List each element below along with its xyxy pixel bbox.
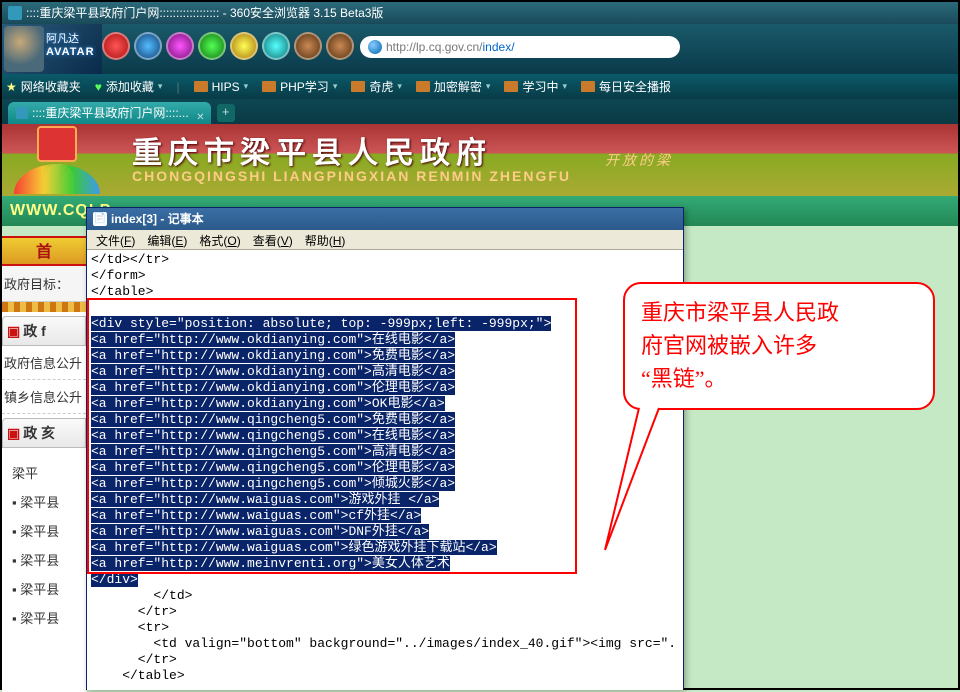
gov-title: 重庆市梁平县人民政府: [132, 128, 492, 172]
callout-line: “黑链”。: [641, 362, 917, 395]
net-favorites[interactable]: ★网络收藏夹: [6, 78, 81, 95]
toolbar-icons: [102, 32, 354, 60]
tree-item[interactable]: ▪ 梁平县: [12, 603, 82, 632]
tab-bar: ::::重庆梁平县政府门户网::::... ✕ +: [2, 99, 958, 124]
bk-php[interactable]: PHP学习▾: [262, 78, 337, 95]
gov-emblem: [14, 126, 100, 194]
bk-study[interactable]: 学习中▾: [504, 78, 567, 95]
section-govaction[interactable]: ▣政 亥: [2, 418, 86, 448]
info-item-2[interactable]: 镇乡信息公升: [2, 380, 86, 414]
star-icon: ★: [6, 80, 17, 94]
favicon-icon: [8, 6, 22, 20]
menu-file[interactable]: 文件(F): [91, 230, 140, 249]
url-path: index/: [483, 40, 515, 54]
browser-title-bar: ::::重庆梁平县政府门户网:::::::::::::::::: - 360安全…: [2, 2, 958, 24]
folder-icon: [416, 81, 430, 92]
menu-format[interactable]: 格式(O): [194, 230, 245, 249]
left-sidebar: 首 政府目标： ▣政 f 政府信息公升 镇乡信息公升 ▣政 亥 梁平 ▪ 梁平县…: [2, 236, 86, 692]
gov-banner: 重庆市梁平县人民政府 CHONGQINGSHI LIANGPINGXIAN RE…: [2, 124, 958, 196]
tree-item[interactable]: ▪ 梁平县: [12, 487, 82, 516]
gov-pinyin: CHONGQINGSHI LIANGPINGXIAN RENMIN ZHENGF…: [132, 168, 571, 184]
gov-slogan: 开放的梁: [605, 150, 673, 170]
folder-icon: [351, 81, 365, 92]
folder-icon: [194, 81, 208, 92]
address-bar[interactable]: http://lp.cq.gov.cn/index/: [360, 36, 680, 58]
stripe-divider: [2, 302, 86, 312]
bk-daily[interactable]: 每日安全播报: [581, 78, 671, 95]
notepad-menu: 文件(F) 编辑(E) 格式(O) 查看(V) 帮助(H): [87, 230, 683, 250]
bookmark-bar: ★网络收藏夹 ♥添加收藏▾ | HIPS▾ PHP学习▾ 奇虎▾ 加密解密▾ 学…: [2, 74, 958, 99]
tab-title: ::::重庆梁平县政府门户网::::...: [32, 102, 189, 124]
tab-favicon-icon: [16, 107, 28, 119]
tree-item[interactable]: ▪ 梁平县: [12, 574, 82, 603]
callout-box: 重庆市梁平县人民政 府官网被嵌入许多 “黑链”。: [623, 282, 935, 410]
avatar-banner: 阿凡达 AVATAR: [2, 24, 102, 74]
folder-icon: [581, 81, 595, 92]
tree-item[interactable]: ▪ 梁平县: [12, 545, 82, 574]
tree-root[interactable]: 梁平: [12, 458, 82, 487]
callout-line: 府官网被嵌入许多: [641, 329, 917, 362]
url-host: http://lp.cq.gov.cn/: [386, 40, 483, 54]
avatar-face-icon: [4, 26, 44, 72]
notepad-window: 📄 index[3] - 记事本 文件(F) 编辑(E) 格式(O) 查看(V)…: [86, 207, 684, 689]
tree-view: 梁平 ▪ 梁平县 ▪ 梁平县 ▪ 梁平县 ▪ 梁平县 ▪ 梁平县: [2, 448, 86, 632]
nav-favorite-icon[interactable]: [230, 32, 258, 60]
notepad-title: index[3] - 记事本: [111, 208, 204, 230]
nav-forward-icon[interactable]: [134, 32, 162, 60]
globe-icon: [368, 40, 382, 54]
doc-icon: ▣: [7, 323, 20, 339]
window-title: ::::重庆梁平县政府门户网:::::::::::::::::: - 360安全…: [26, 2, 383, 24]
heart-add-icon: ♥: [95, 80, 102, 94]
info-item-1[interactable]: 政府信息公升: [2, 346, 86, 380]
nav-refresh-icon[interactable]: [166, 32, 194, 60]
nav-history-icon[interactable]: [262, 32, 290, 60]
avatar-brand: 阿凡达 AVATAR: [46, 30, 95, 58]
folder-icon: [262, 81, 276, 92]
add-favorite[interactable]: ♥添加收藏▾: [95, 78, 163, 95]
tree-item[interactable]: ▪ 梁平县: [12, 516, 82, 545]
notepad-icon: 📄: [93, 212, 107, 226]
folder-icon: [504, 81, 518, 92]
bk-crypt[interactable]: 加密解密▾: [416, 78, 491, 95]
nav-extra-icon[interactable]: [326, 32, 354, 60]
nav-undo-icon[interactable]: [294, 32, 322, 60]
menu-help[interactable]: 帮助(H): [300, 230, 351, 249]
notepad-title-bar[interactable]: 📄 index[3] - 记事本: [87, 208, 683, 230]
bk-qihu[interactable]: 奇虎▾: [351, 78, 402, 95]
browser-toolbar: 阿凡达 AVATAR http://lp.cq.gov.cn/index/: [2, 24, 958, 74]
gov-goal: 政府目标：: [2, 266, 86, 302]
bk-hips[interactable]: HIPS▾: [194, 80, 249, 94]
active-tab[interactable]: ::::重庆梁平县政府门户网::::... ✕: [8, 102, 211, 124]
nav-back-icon[interactable]: [102, 32, 130, 60]
menu-edit[interactable]: 编辑(E): [142, 230, 192, 249]
doc-icon: ▣: [7, 425, 20, 441]
menu-view[interactable]: 查看(V): [248, 230, 298, 249]
notepad-content[interactable]: </td></tr></form></table> <div style="po…: [87, 250, 683, 690]
callout-line: 重庆市梁平县人民政: [641, 296, 917, 329]
nav-home[interactable]: 首: [2, 236, 86, 266]
annotation-callout: 重庆市梁平县人民政 府官网被嵌入许多 “黑链”。: [623, 282, 935, 452]
nav-home-icon[interactable]: [198, 32, 226, 60]
callout-tail-icon: [603, 392, 683, 562]
new-tab-button[interactable]: +: [217, 104, 235, 122]
section-govinfo[interactable]: ▣政 f: [2, 316, 86, 346]
